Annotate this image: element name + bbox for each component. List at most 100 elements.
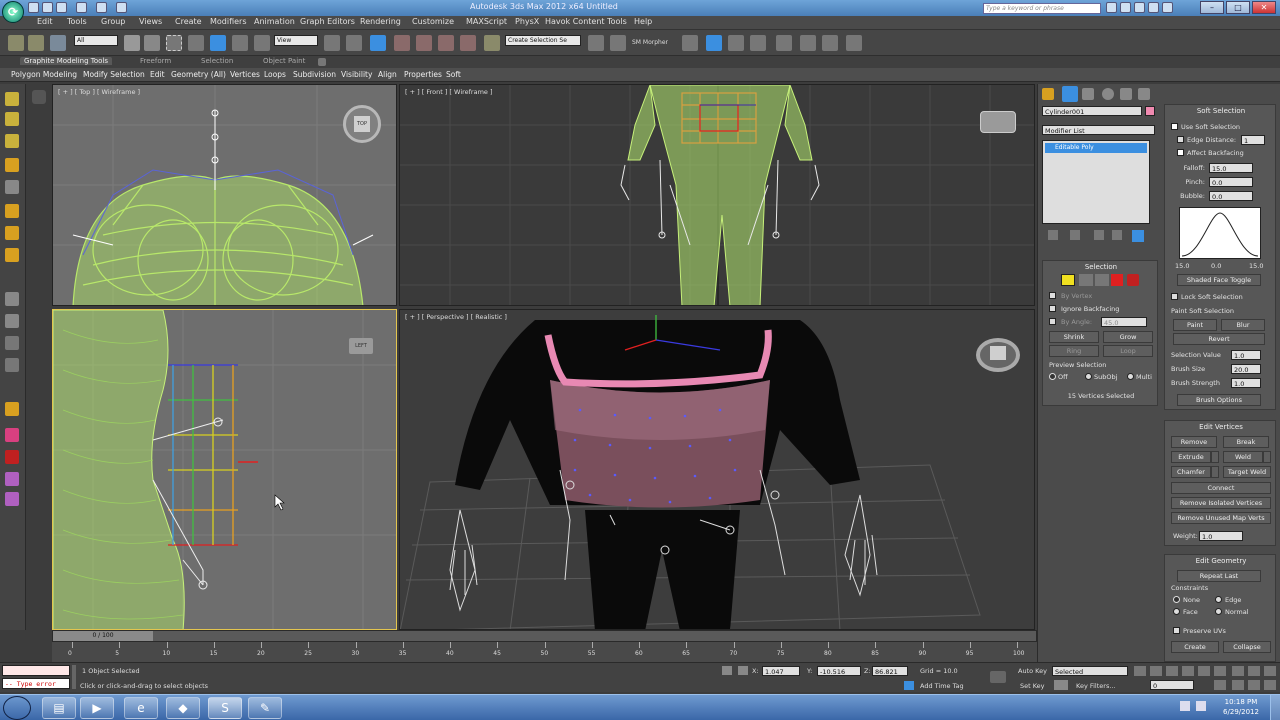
make-unique-icon[interactable]: [1094, 230, 1104, 240]
minimize-button[interactable]: –: [1200, 1, 1224, 14]
tab-object-paint[interactable]: Object Paint: [263, 57, 305, 65]
preview-multi-radio[interactable]: [1127, 373, 1134, 380]
ring-button[interactable]: Ring: [1049, 345, 1099, 357]
element-tool-icon[interactable]: [5, 180, 19, 194]
border-tool-icon[interactable]: [5, 134, 19, 148]
maxscript-listener-top[interactable]: [2, 665, 70, 676]
mirror-icon[interactable]: [588, 35, 604, 51]
extrude-button[interactable]: Extrude: [1171, 451, 1211, 463]
key-mode-toggle-icon[interactable]: [1214, 666, 1226, 676]
viewcube-face[interactable]: TOP: [354, 116, 370, 132]
ribbon-polygon-modeling[interactable]: Polygon Modeling: [11, 70, 77, 79]
edit-vertices-title[interactable]: Edit Vertices: [1165, 423, 1277, 431]
select-and-rotate-icon[interactable]: [232, 35, 248, 51]
repeat-last-button[interactable]: Repeat Last: [1177, 570, 1261, 582]
loop-button[interactable]: Loop: [1103, 345, 1153, 357]
favorites-star-icon[interactable]: [1148, 2, 1159, 13]
viewport-config-icon[interactable]: [32, 90, 46, 104]
absolute-mode-icon[interactable]: [738, 666, 748, 675]
menu-animation[interactable]: Animation: [254, 17, 295, 26]
motion-panel-icon[interactable]: [1102, 88, 1114, 100]
y-coord-field[interactable]: -10.516: [817, 666, 861, 676]
collapse-button[interactable]: Collapse: [1223, 641, 1271, 653]
ribbon-minimize-icon[interactable]: [318, 58, 326, 66]
play-icon[interactable]: [1166, 666, 1178, 676]
layer-manager-icon[interactable]: [682, 35, 698, 51]
display-panel-icon[interactable]: [1120, 88, 1132, 100]
internet-explorer-taskbar-icon[interactable]: e: [124, 697, 158, 719]
paint-taskbar-icon[interactable]: ✎: [248, 697, 282, 719]
percent-snap-icon[interactable]: [438, 35, 454, 51]
select-object-icon[interactable]: [124, 35, 140, 51]
field-of-view-icon[interactable]: [1232, 680, 1244, 690]
app-logo-icon[interactable]: ⟳: [2, 1, 24, 23]
x-coord-field[interactable]: 1.047: [762, 666, 800, 676]
material-editor-icon[interactable]: [776, 35, 792, 51]
soft-selection-title[interactable]: Soft Selection: [1165, 107, 1277, 115]
ribbon-align[interactable]: Align: [378, 70, 397, 79]
snaps-toggle-icon[interactable]: [394, 35, 410, 51]
auto-key-button[interactable]: Auto Key: [1018, 667, 1047, 675]
ribbon-vertices[interactable]: Vertices: [230, 70, 260, 79]
select-and-move-icon[interactable]: [210, 35, 226, 51]
selection-lock-icon[interactable]: [722, 666, 732, 675]
by-vertex-checkbox[interactable]: [1049, 292, 1056, 299]
3dsmax-taskbar-icon[interactable]: S: [208, 697, 242, 719]
object-color-swatch[interactable]: [1145, 106, 1155, 116]
maximize-viewport-icon[interactable]: [1264, 680, 1276, 690]
explorer-taskbar-icon[interactable]: ▤: [42, 697, 76, 719]
volume-tray-icon[interactable]: [1196, 701, 1206, 711]
ribbon-loops[interactable]: Loops: [264, 70, 286, 79]
shaded-face-toggle-button[interactable]: Shaded Face Toggle: [1177, 274, 1261, 286]
unity-taskbar-icon[interactable]: ◆: [166, 697, 200, 719]
cut-tool-icon[interactable]: [5, 248, 19, 262]
connect-button[interactable]: Connect: [1171, 482, 1271, 494]
rectangular-selection-icon[interactable]: [166, 35, 182, 51]
viewcube-front[interactable]: [980, 111, 1016, 133]
utilities-panel-icon[interactable]: [1138, 88, 1150, 100]
menu-havok[interactable]: Havok Content Tools: [545, 17, 627, 26]
ribbon-properties[interactable]: Properties: [404, 70, 442, 79]
menu-graph-editors[interactable]: Graph Editors: [300, 17, 355, 26]
modifier-list-dropdown[interactable]: Modifier List: [1042, 125, 1155, 135]
taskbar-clock-time[interactable]: 10:18 PM: [1216, 698, 1266, 706]
ribbon-soft[interactable]: Soft: [446, 70, 461, 79]
by-angle-checkbox[interactable]: [1049, 318, 1056, 325]
object-name-input[interactable]: Cylinder001: [1042, 106, 1142, 116]
key-filters-button[interactable]: Key Filters...: [1076, 682, 1116, 690]
unlink-selection-icon[interactable]: [28, 35, 44, 51]
menu-help[interactable]: Help: [634, 17, 652, 26]
zoom-icon[interactable]: [1232, 666, 1244, 676]
remove-modifier-icon[interactable]: [1112, 230, 1122, 240]
graphite-toggle-icon[interactable]: [706, 35, 722, 51]
configure-modifier-sets-icon[interactable]: [1132, 230, 1144, 242]
paint-connect-icon[interactable]: [5, 226, 19, 240]
edge-mode-icon[interactable]: [1079, 274, 1093, 286]
falloff-spinner[interactable]: 15.0: [1209, 163, 1253, 173]
menu-create[interactable]: Create: [175, 17, 202, 26]
set-key-button[interactable]: Set Key: [1020, 682, 1045, 690]
redo-icon[interactable]: [96, 2, 107, 13]
ignore-backfacing-checkbox[interactable]: [1049, 305, 1056, 312]
save-file-icon[interactable]: [56, 2, 67, 13]
current-frame-field[interactable]: 0: [1150, 680, 1194, 690]
render-production-icon[interactable]: [846, 35, 862, 51]
edit-geometry-title[interactable]: Edit Geometry: [1165, 557, 1277, 565]
brush-options-button[interactable]: Brush Options: [1177, 394, 1261, 406]
hierarchy-panel-icon[interactable]: [1082, 88, 1094, 100]
viewport-front[interactable]: [ + ] [ Front ] [ Wireframe ]: [399, 84, 1035, 306]
keyboard-shortcut-override-icon[interactable]: [370, 35, 386, 51]
select-and-link-icon[interactable]: [8, 35, 24, 51]
sm-morpher-label[interactable]: SM Morpher: [632, 39, 668, 46]
polygon-tool-icon[interactable]: [5, 158, 19, 172]
reference-coord-dropdown[interactable]: View: [274, 35, 318, 46]
network-tray-icon[interactable]: [1180, 701, 1190, 711]
spinner-snap-icon[interactable]: [460, 35, 476, 51]
break-button[interactable]: Break: [1223, 436, 1269, 448]
z-coord-field[interactable]: 86.821: [872, 666, 908, 676]
select-by-name-icon[interactable]: [144, 35, 160, 51]
search-input[interactable]: Type a keyword or phrase: [983, 3, 1101, 14]
ribbon-subdivision[interactable]: Subdivision: [293, 70, 336, 79]
weld-button[interactable]: Weld: [1223, 451, 1263, 463]
edge-tool-icon[interactable]: [5, 112, 19, 126]
